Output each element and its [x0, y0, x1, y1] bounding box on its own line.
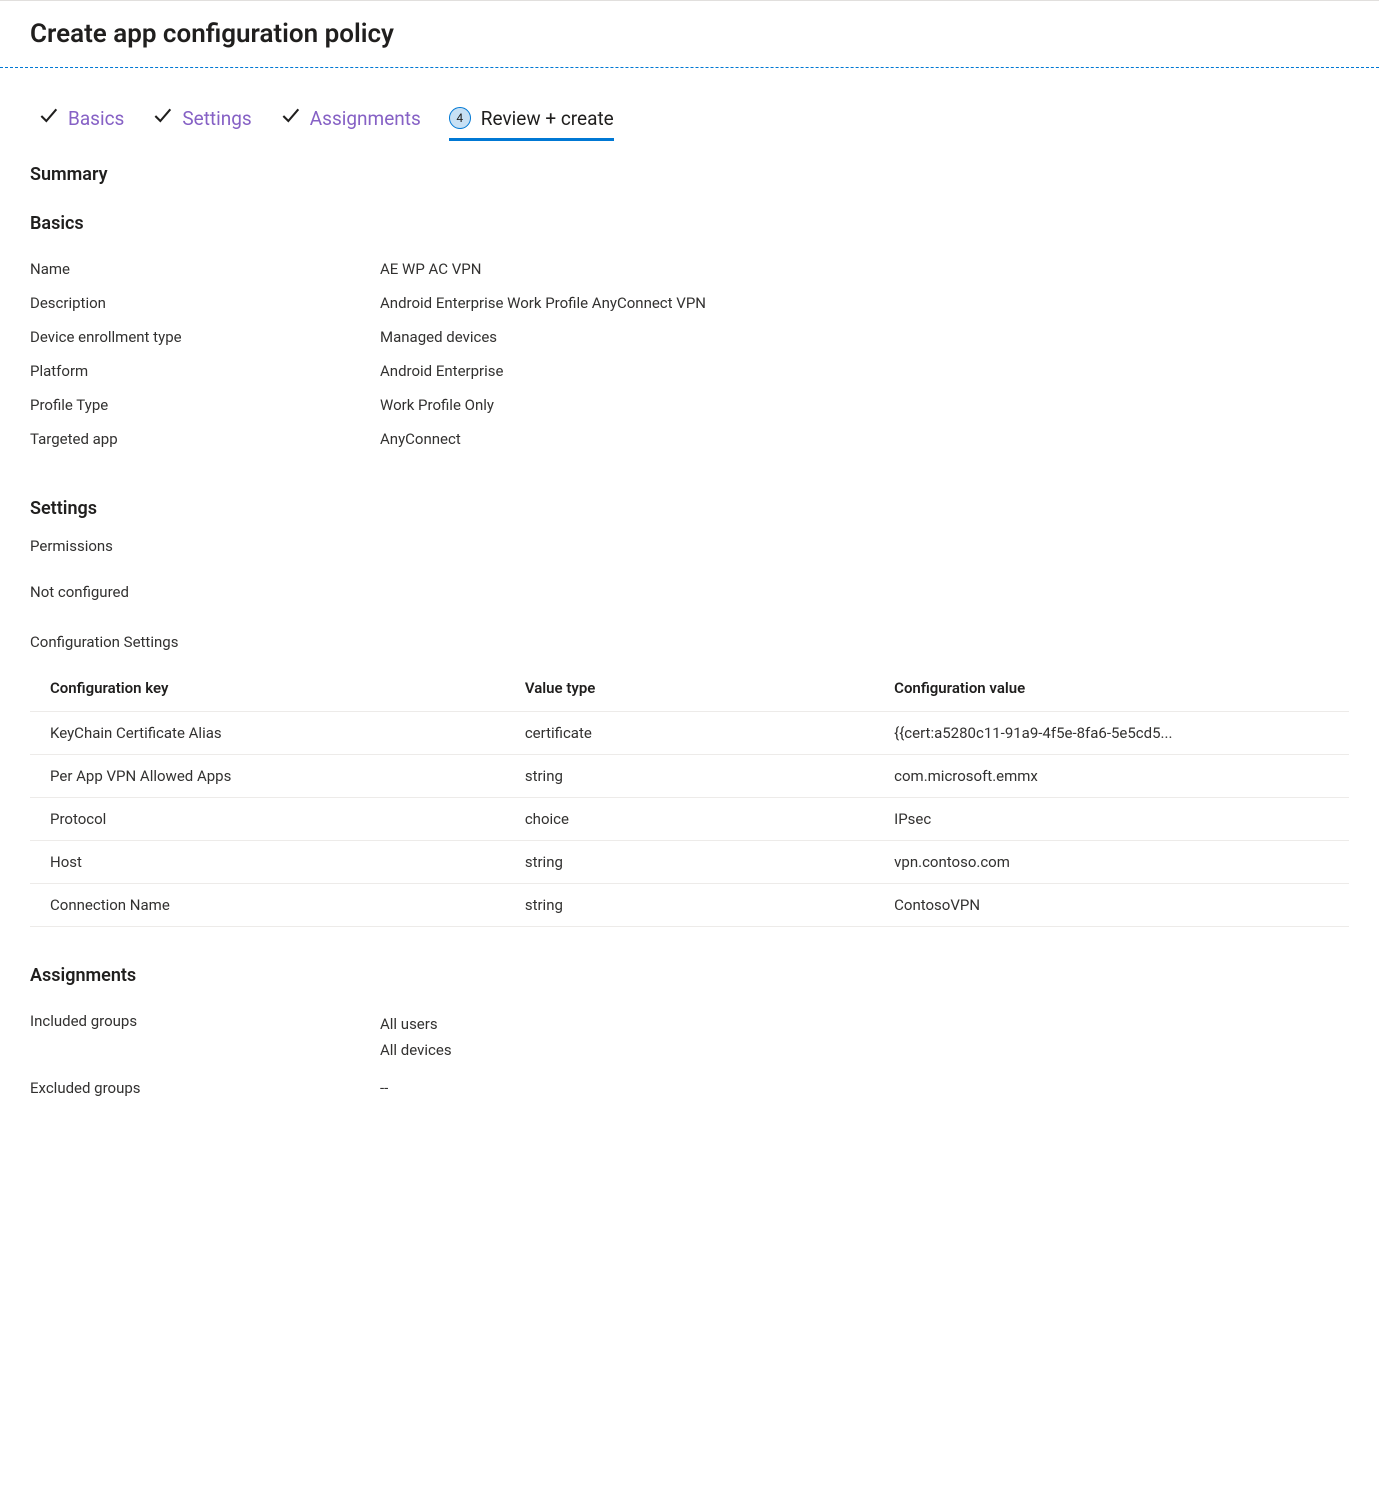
cell-value: vpn.contoso.com — [874, 841, 1349, 884]
config-settings-table: Configuration key Value type Configurati… — [30, 669, 1349, 927]
page-title: Create app configuration policy — [30, 19, 1349, 49]
table-header-row: Configuration key Value type Configurati… — [30, 669, 1349, 712]
excluded-groups-value: -- — [380, 1079, 388, 1097]
settings-heading: Settings — [30, 498, 1349, 519]
field-value: AnyConnect — [380, 430, 461, 448]
field-label: Platform — [30, 362, 380, 380]
included-group-item: All users — [380, 1012, 452, 1038]
config-settings-heading: Configuration Settings — [30, 633, 1349, 651]
field-row: Excluded groups -- — [30, 1071, 1349, 1105]
field-row: Device enrollment type Managed devices — [30, 320, 1349, 354]
field-row: Description Android Enterprise Work Prof… — [30, 286, 1349, 320]
summary-heading: Summary — [30, 164, 1349, 185]
field-value: Work Profile Only — [380, 396, 494, 414]
table-row: Protocol choice IPsec — [30, 798, 1349, 841]
field-label: Profile Type — [30, 396, 380, 414]
wizard-stepper: Basics Settings Assignments 4 Review + c… — [30, 68, 1349, 140]
field-row: Targeted app AnyConnect — [30, 422, 1349, 456]
basics-heading: Basics — [30, 213, 1349, 234]
cell-key: Protocol — [30, 798, 505, 841]
field-value: Android Enterprise — [380, 362, 503, 380]
cell-key: Per App VPN Allowed Apps — [30, 755, 505, 798]
field-label: Name — [30, 260, 380, 278]
col-header-value: Configuration value — [874, 669, 1349, 712]
cell-key: KeyChain Certificate Alias — [30, 712, 505, 755]
cell-value: {{cert:a5280c11-91a9-4f5e-8fa6-5e5cd5... — [874, 712, 1349, 755]
field-row: Included groups All users All devices — [30, 1004, 1349, 1071]
field-row: Platform Android Enterprise — [30, 354, 1349, 388]
cell-value: com.microsoft.emmx — [874, 755, 1349, 798]
cell-value: ContosoVPN — [874, 884, 1349, 927]
basics-fields: Name AE WP AC VPN Description Android En… — [30, 252, 1349, 456]
check-icon — [152, 106, 172, 130]
check-icon — [38, 106, 58, 130]
table-row: Connection Name string ContosoVPN — [30, 884, 1349, 927]
cell-key: Host — [30, 841, 505, 884]
cell-type: certificate — [505, 712, 874, 755]
step-label: Assignments — [310, 107, 421, 130]
cell-type: string — [505, 884, 874, 927]
field-label: Description — [30, 294, 380, 312]
permissions-value: Not configured — [30, 583, 1349, 601]
cell-value: IPsec — [874, 798, 1349, 841]
cell-type: string — [505, 755, 874, 798]
permissions-label: Permissions — [30, 537, 1349, 555]
col-header-key: Configuration key — [30, 669, 505, 712]
assignments-heading: Assignments — [30, 965, 1349, 986]
field-value: AE WP AC VPN — [380, 260, 481, 278]
field-label: Targeted app — [30, 430, 380, 448]
page-header: Create app configuration policy — [0, 0, 1379, 68]
excluded-groups-label: Excluded groups — [30, 1079, 380, 1097]
step-number-badge: 4 — [449, 107, 471, 129]
field-row: Name AE WP AC VPN — [30, 252, 1349, 286]
table-row: Host string vpn.contoso.com — [30, 841, 1349, 884]
check-icon — [280, 106, 300, 130]
table-row: KeyChain Certificate Alias certificate {… — [30, 712, 1349, 755]
col-header-type: Value type — [505, 669, 874, 712]
cell-key: Connection Name — [30, 884, 505, 927]
step-basics[interactable]: Basics — [38, 106, 124, 130]
field-value: Android Enterprise Work Profile AnyConne… — [380, 294, 706, 312]
table-row: Per App VPN Allowed Apps string com.micr… — [30, 755, 1349, 798]
included-groups-label: Included groups — [30, 1012, 380, 1030]
field-row: Profile Type Work Profile Only — [30, 388, 1349, 422]
step-review-create[interactable]: 4 Review + create — [449, 107, 614, 141]
step-settings[interactable]: Settings — [152, 106, 251, 130]
step-label: Settings — [182, 107, 251, 130]
step-assignments[interactable]: Assignments — [280, 106, 421, 130]
cell-type: choice — [505, 798, 874, 841]
included-groups-value: All users All devices — [380, 1012, 452, 1063]
field-label: Device enrollment type — [30, 328, 380, 346]
step-label: Review + create — [481, 107, 614, 130]
cell-type: string — [505, 841, 874, 884]
step-label: Basics — [68, 107, 124, 130]
field-value: Managed devices — [380, 328, 497, 346]
included-group-item: All devices — [380, 1038, 452, 1064]
